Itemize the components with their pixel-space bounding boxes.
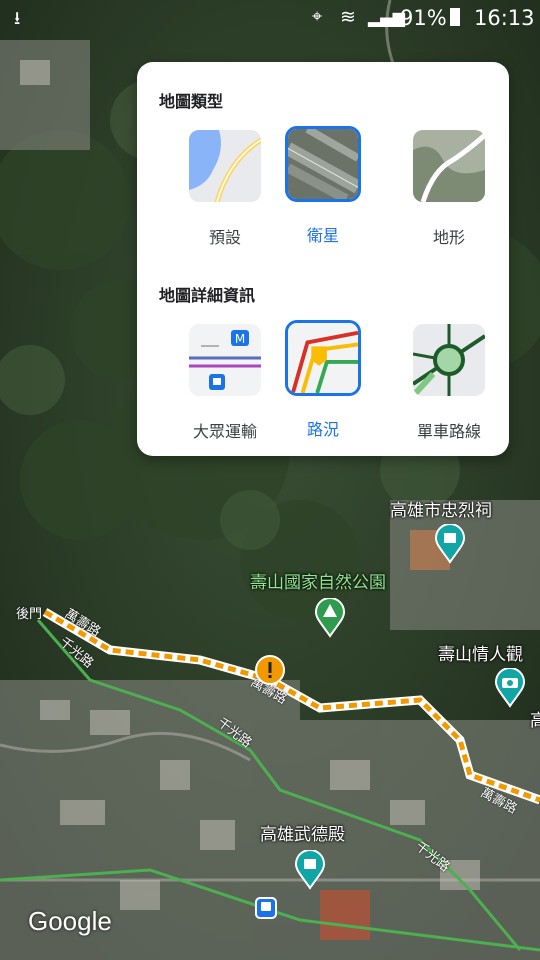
traffic-incident-icon[interactable]: [254, 654, 286, 690]
bus-stop-icon[interactable]: [255, 897, 277, 923]
clock: 16:13: [474, 6, 535, 30]
detail-traffic[interactable]: 路況: [275, 320, 371, 440]
attraction-icon: [434, 523, 466, 564]
map-details-title: 地圖詳細資訊: [159, 286, 256, 305]
map-type-default[interactable]: 預設: [177, 128, 273, 248]
detail-label: 路況: [306, 420, 339, 439]
road-label-houmen: 後門: [16, 607, 43, 622]
download-icon: ⭳: [14, 8, 21, 29]
battery-percent: 91%: [400, 6, 447, 30]
poi-label-zhonglie[interactable]: 高雄市忠烈祠: [390, 496, 492, 521]
map-type-label: 地形: [432, 228, 465, 247]
detail-transit[interactable]: M 大眾運輸: [177, 322, 273, 442]
poi-pin-wude[interactable]: [294, 849, 326, 894]
location-icon: ⌖: [312, 6, 323, 27]
tree-icon: [314, 597, 346, 638]
bicycling-thumbnail: [411, 322, 487, 398]
poi-label-lovers[interactable]: 壽山情人觀: [438, 640, 523, 665]
camera-icon: [494, 667, 526, 708]
detail-label: 單車路線: [416, 422, 481, 441]
traffic-thumbnail: [285, 320, 361, 396]
transit-thumbnail: M: [187, 322, 263, 398]
status-bar: ⭳ ⌖ ≋ ▂▄▆ 91% 16:13: [0, 0, 540, 36]
attraction-icon: [294, 849, 326, 890]
default-map-thumbnail: [187, 128, 263, 204]
google-logo: Google: [28, 906, 112, 936]
poi-pin-zhonglie[interactable]: [434, 523, 466, 568]
terrain-map-thumbnail: [411, 128, 487, 204]
poi-label-wude[interactable]: 高雄武德殿: [260, 820, 345, 845]
map-layers-panel: 地圖類型 預設 衛星 地形 地圖詳細資訊 M 大眾運輸 路況 單車路線: [137, 62, 509, 456]
map-type-title: 地圖類型: [159, 92, 224, 111]
map-type-label: 衛星: [306, 226, 339, 245]
poi-label-park[interactable]: 壽山國家自然公園: [250, 568, 386, 593]
wifi-icon: ≋: [340, 6, 356, 28]
poi-pin-lovers[interactable]: [494, 667, 526, 712]
satellite-map-thumbnail: [285, 126, 361, 202]
map-type-terrain[interactable]: 地形: [401, 128, 497, 248]
map-edge-label: 高: [530, 711, 540, 731]
poi-pin-park[interactable]: [314, 597, 346, 642]
detail-bicycling[interactable]: 單車路線: [401, 322, 497, 442]
map-type-satellite[interactable]: 衛星: [275, 126, 371, 246]
detail-label: 大眾運輸: [192, 422, 257, 441]
battery-icon: [450, 8, 460, 26]
map-type-label: 預設: [208, 228, 241, 247]
svg-text:M: M: [235, 332, 245, 346]
